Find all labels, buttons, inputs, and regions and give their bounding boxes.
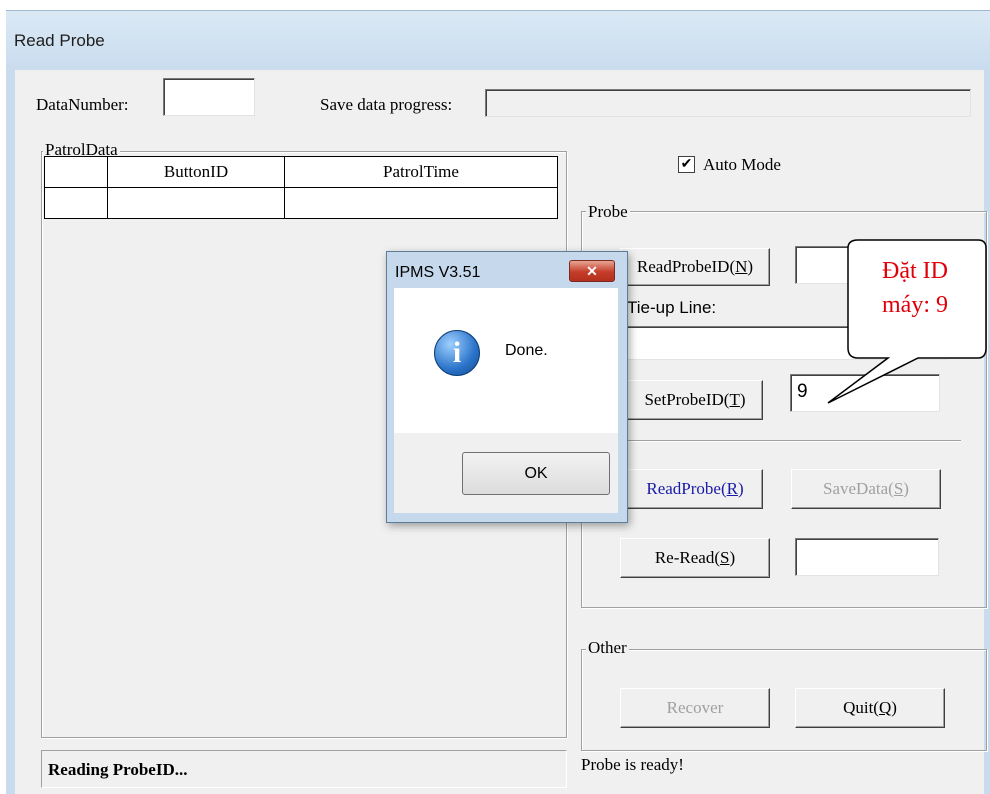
callout-line-1: Đặt ID (882, 258, 948, 284)
table-cell (44, 187, 108, 219)
probe-caption: Probe (586, 202, 630, 222)
data-number-label: DataNumber: (36, 95, 129, 114)
other-caption: Other (586, 638, 629, 658)
save-data-button[interactable]: SaveData(S) (791, 469, 941, 509)
column-header-patroltime: PatrolTime (284, 156, 558, 188)
auto-mode-checkbox[interactable]: ✔ (678, 156, 695, 173)
table-header-row: ButtonID PatrolTime (44, 156, 558, 188)
status-text-left: Reading ProbeID... (48, 760, 188, 779)
set-probe-id-button[interactable]: SetProbeID(T) (627, 380, 763, 420)
info-icon: i (434, 330, 480, 376)
dialog-body: i Done. (394, 288, 618, 433)
auto-mode-label: Auto Mode (703, 155, 781, 174)
message-dialog: IPMS V3.51 ✕ i Done. OK (386, 251, 628, 523)
data-number-field[interactable] (163, 78, 255, 116)
re-read-field[interactable] (795, 538, 939, 576)
read-probe-id-button[interactable]: ReadProbeID(N) (620, 248, 770, 286)
callout-line-2: máy: 9 (882, 292, 948, 318)
read-probe-button[interactable]: ReadProbe(R) (627, 469, 763, 509)
check-mark-icon: ✔ (680, 157, 693, 172)
window-frame-left (6, 70, 15, 794)
tie-up-line-label: Tie-up Line: (627, 298, 717, 317)
recover-button[interactable]: Recover (620, 688, 770, 728)
table-cell (284, 187, 558, 219)
title-bar[interactable]: Read Probe (6, 10, 990, 71)
dialog-footer: OK (394, 433, 618, 513)
dialog-message: Done. (505, 342, 548, 359)
save-progress-label: Save data progress: (320, 95, 453, 114)
quit-button[interactable]: Quit(Q) (795, 688, 945, 728)
status-text-right: Probe is ready! (581, 755, 684, 774)
window-title: Read Probe (14, 31, 105, 50)
probe-divider (605, 440, 961, 442)
re-read-button[interactable]: Re-Read(S) (620, 538, 770, 578)
save-progress-bar (485, 89, 971, 117)
table-cell (107, 187, 285, 219)
callout-text: Đặt ID máy: 9 (852, 254, 978, 322)
status-panel-left: Reading ProbeID... (41, 750, 567, 788)
table-row[interactable] (44, 187, 558, 219)
ok-button[interactable]: OK (462, 452, 610, 495)
close-icon[interactable]: ✕ (569, 260, 615, 282)
column-header-index (44, 156, 108, 188)
patrol-data-table: ButtonID PatrolTime (44, 156, 558, 219)
dialog-title: IPMS V3.51 (395, 264, 481, 281)
column-header-buttonid: ButtonID (107, 156, 285, 188)
